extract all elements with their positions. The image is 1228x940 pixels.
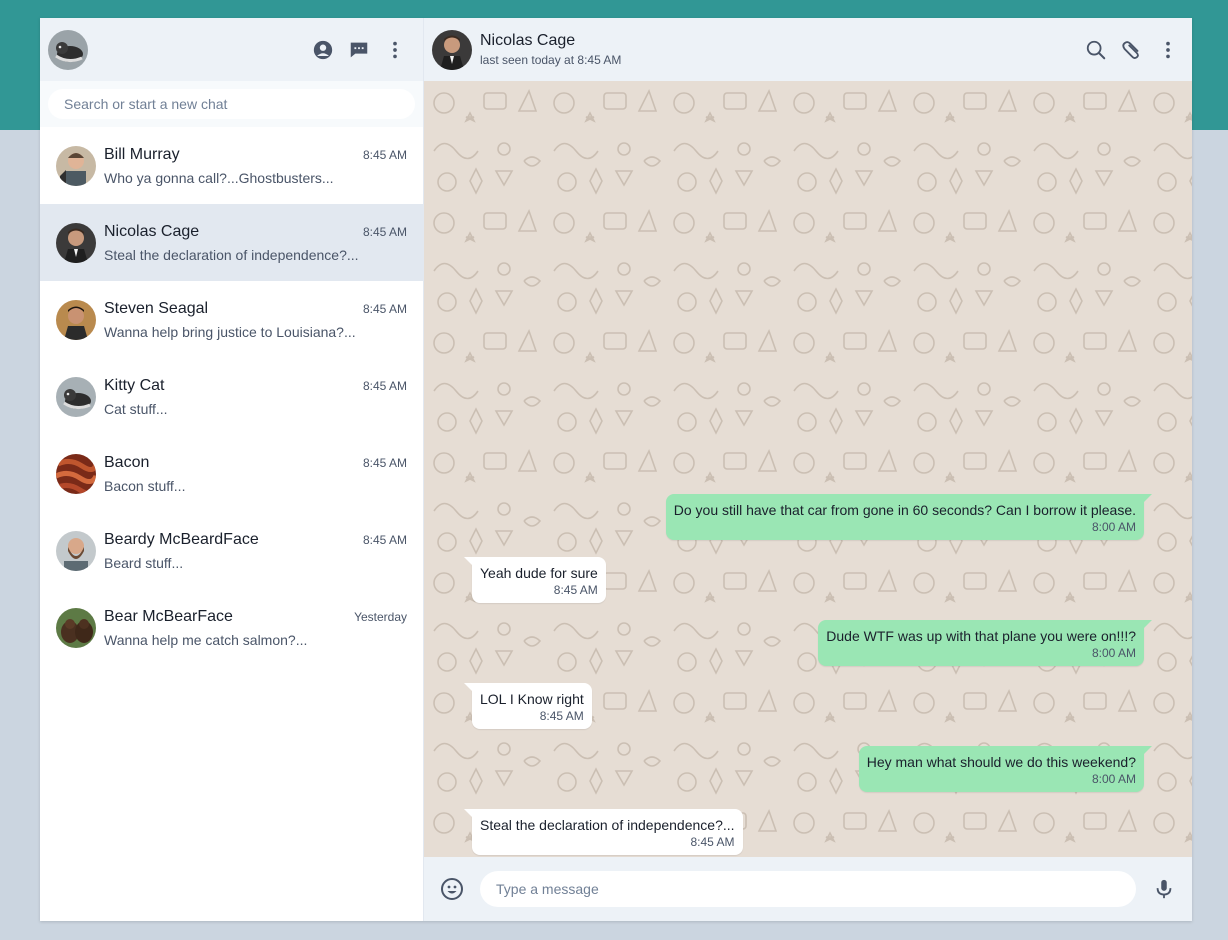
message-time: 8:45 AM xyxy=(539,709,584,723)
message-time: 8:45 AM xyxy=(690,835,735,849)
contact-name: Nicolas Cage xyxy=(480,32,576,49)
chat-preview: Beard stuff... xyxy=(104,554,184,571)
outgoing-message[interactable]: Do you still have that car from gone in … xyxy=(665,494,1153,540)
conversation-header: Nicolas Cage last seen today at 8:45 AM xyxy=(424,18,1192,81)
chat-list: Bill Murray 8:45 AM Who ya gonna call?..… xyxy=(40,127,423,921)
message-text: Dude WTF was up with that plane you were… xyxy=(826,628,1136,644)
message-text: LOL I Know right xyxy=(480,691,584,707)
chat-name: Bacon xyxy=(104,453,150,471)
chat-preview: Steal the declaration of independence?..… xyxy=(104,246,359,263)
message-text: Hey man what should we do this weekend? xyxy=(866,754,1136,770)
chat-app: Bill Murray 8:45 AM Who ya gonna call?..… xyxy=(40,18,1192,921)
avatar xyxy=(56,453,96,494)
avatar xyxy=(56,607,96,648)
emoji-icon[interactable] xyxy=(440,877,464,901)
user-circle-icon[interactable] xyxy=(311,38,335,62)
chat-preview: Cat stuff... xyxy=(104,400,168,417)
message-time: 8:00 AM xyxy=(1091,646,1136,660)
chat-name: Bill Murray xyxy=(104,145,180,163)
contact-avatar[interactable] xyxy=(432,29,472,70)
kebab-menu-icon[interactable] xyxy=(383,38,407,62)
search-icon[interactable] xyxy=(1084,38,1108,62)
message-list: Do you still have that car from gone in … xyxy=(464,494,1153,855)
message-time: 8:00 AM xyxy=(1091,520,1136,534)
chat-preview: Who ya gonna call?...Ghostbusters... xyxy=(104,169,334,186)
search-input[interactable] xyxy=(48,89,415,119)
sidebar: Bill Murray 8:45 AM Who ya gonna call?..… xyxy=(40,18,424,921)
message-time: 8:00 AM xyxy=(1091,772,1136,786)
conversation-panel: Nicolas Cage last seen today at 8:45 AM xyxy=(424,18,1192,921)
incoming-message[interactable]: Steal the declaration of independence?..… xyxy=(464,809,743,855)
chat-item-bill-murray[interactable]: Bill Murray 8:45 AM Who ya gonna call?..… xyxy=(40,127,423,204)
sidebar-actions xyxy=(311,38,415,62)
chat-time: 8:45 AM xyxy=(362,224,407,239)
conversation-actions xyxy=(1084,38,1184,62)
chat-item-nicolas-cage[interactable]: Nicolas Cage 8:45 AM Steal the declarati… xyxy=(40,204,423,281)
avatar xyxy=(56,376,96,417)
chat-time: Yesterday xyxy=(354,609,407,624)
chat-preview: Bacon stuff... xyxy=(104,477,186,494)
my-avatar[interactable] xyxy=(48,29,88,70)
avatar xyxy=(56,299,96,340)
outgoing-message[interactable]: Dude WTF was up with that plane you were… xyxy=(818,620,1152,666)
chat-preview: Wanna help me catch salmon?... xyxy=(104,631,308,648)
chat-name: Kitty Cat xyxy=(104,376,165,394)
chat-item-bacon[interactable]: Bacon 8:45 AM Bacon stuff... xyxy=(40,435,423,512)
chat-name: Beardy McBeardFace xyxy=(104,530,259,548)
search-bar xyxy=(40,81,423,127)
message-area[interactable]: Do you still have that car from gone in … xyxy=(424,81,1192,857)
avatar xyxy=(56,145,96,186)
chat-time: 8:45 AM xyxy=(362,532,407,547)
chat-icon[interactable] xyxy=(347,38,371,62)
chat-item-beardy-mcbeardface[interactable]: Beardy McBeardFace 8:45 AM Beard stuff..… xyxy=(40,512,423,589)
message-time: 8:45 AM xyxy=(553,583,598,597)
chat-time: 8:45 AM xyxy=(362,378,407,393)
avatar xyxy=(56,530,96,571)
microphone-icon[interactable] xyxy=(1152,877,1176,901)
message-input[interactable] xyxy=(480,871,1136,907)
sidebar-header xyxy=(40,18,423,81)
chat-time: 8:45 AM xyxy=(362,147,407,162)
contact-info[interactable]: Nicolas Cage last seen today at 8:45 AM xyxy=(480,32,621,67)
incoming-message[interactable]: LOL I Know right 8:45 AM xyxy=(464,683,592,729)
message-composer xyxy=(424,857,1192,921)
outgoing-message[interactable]: Hey man what should we do this weekend? … xyxy=(858,746,1153,792)
chat-item-bear-mcbearface[interactable]: Bear McBearFace Yesterday Wanna help me … xyxy=(40,589,423,666)
incoming-message[interactable]: Yeah dude for sure 8:45 AM xyxy=(464,557,606,603)
kebab-menu-icon[interactable] xyxy=(1156,38,1180,62)
contact-status: last seen today at 8:45 AM xyxy=(480,53,622,67)
chat-time: 8:45 AM xyxy=(362,301,407,316)
chat-item-steven-seagal[interactable]: Steven Seagal 8:45 AM Wanna help bring j… xyxy=(40,281,423,358)
chat-name: Steven Seagal xyxy=(104,299,209,317)
avatar xyxy=(56,222,96,263)
chat-name: Nicolas Cage xyxy=(104,222,200,240)
message-text: Do you still have that car from gone in … xyxy=(673,502,1136,518)
chat-time: 8:45 AM xyxy=(362,455,407,470)
chat-preview: Wanna help bring justice to Louisiana?..… xyxy=(104,323,356,340)
chat-name: Bear McBearFace xyxy=(104,607,233,625)
paperclip-icon[interactable] xyxy=(1120,38,1144,62)
message-text: Steal the declaration of independence?..… xyxy=(480,817,735,833)
chat-item-kitty-cat[interactable]: Kitty Cat 8:45 AM Cat stuff... xyxy=(40,358,423,435)
message-text: Yeah dude for sure xyxy=(480,565,598,581)
